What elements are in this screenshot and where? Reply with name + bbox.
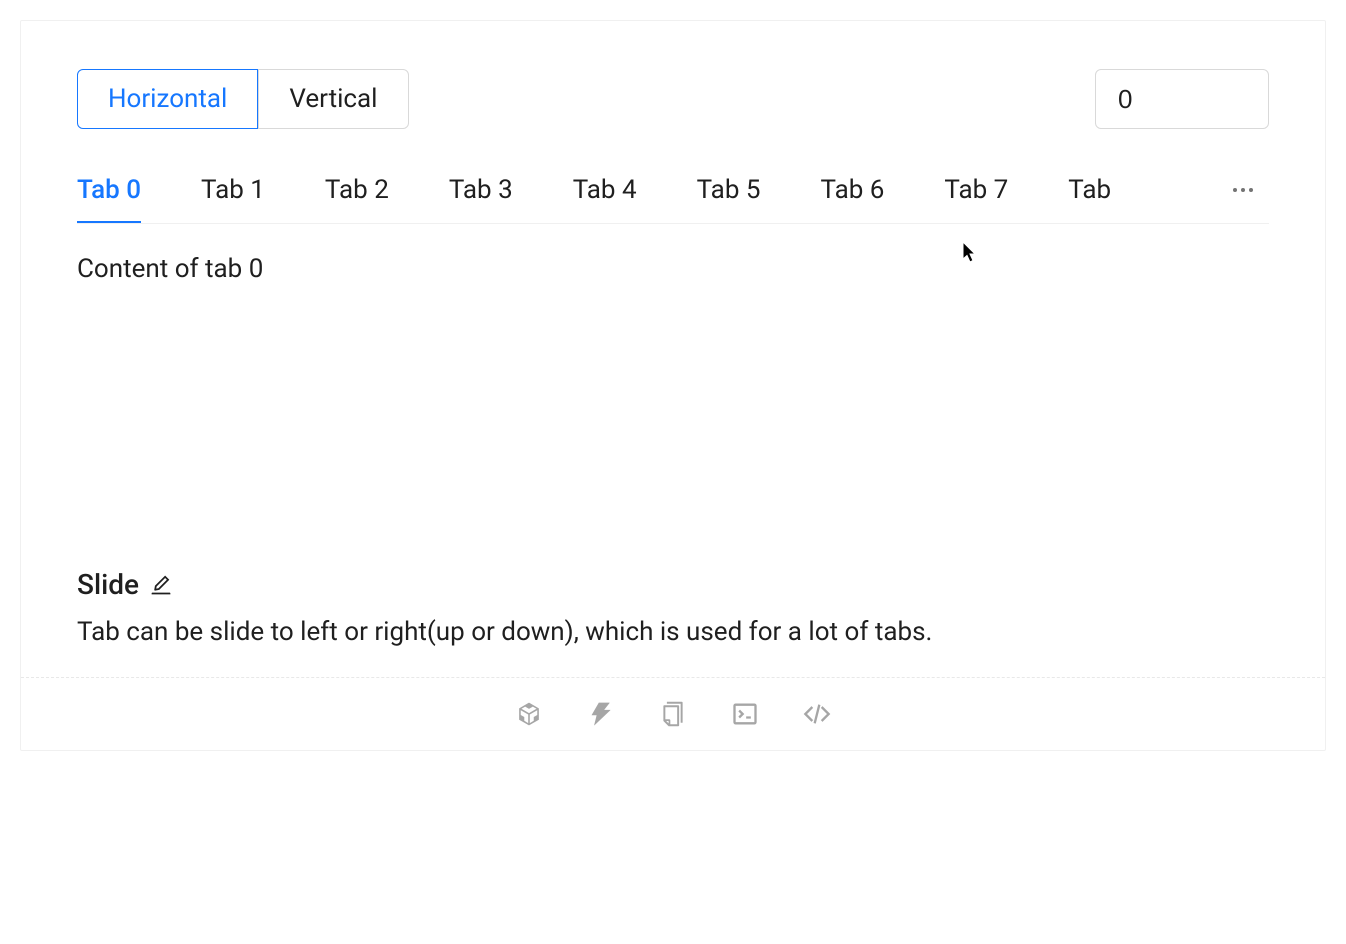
code-actions-footer: [21, 677, 1325, 750]
demo-box: Horizontal Vertical Tab 0 Tab 1 Tab 2 Ta…: [21, 21, 1325, 568]
tab-2[interactable]: Tab 2: [325, 157, 389, 223]
tab-1[interactable]: Tab 1: [201, 157, 265, 223]
tab-5[interactable]: Tab 5: [697, 157, 761, 223]
pencil-icon: [149, 573, 173, 597]
tabs-component: Tab 0 Tab 1 Tab 2 Tab 3 Tab 4 Tab 5 Tab …: [77, 157, 1269, 544]
tab-6[interactable]: Tab 6: [820, 157, 884, 223]
tabs-list: Tab 0 Tab 1 Tab 2 Tab 3 Tab 4 Tab 5 Tab …: [77, 157, 1217, 223]
codesandbox-icon[interactable]: [515, 700, 543, 728]
section-description: Tab can be slide to left or right(up or …: [21, 617, 1325, 677]
section-heading-row: Slide: [21, 568, 1325, 601]
orientation-horizontal-button[interactable]: Horizontal: [77, 69, 258, 129]
top-controls-row: Horizontal Vertical: [77, 69, 1269, 129]
copy-icon[interactable]: [659, 700, 687, 728]
thunderbolt-icon[interactable]: [587, 700, 615, 728]
edit-icon[interactable]: [149, 573, 173, 597]
orientation-radio-group: Horizontal Vertical: [77, 69, 409, 129]
tab-content-panel: Content of tab 0: [77, 224, 1269, 544]
tab-7[interactable]: Tab 7: [944, 157, 1008, 223]
orientation-vertical-button[interactable]: Vertical: [258, 69, 408, 129]
terminal-icon[interactable]: [731, 700, 759, 728]
demo-container: Horizontal Vertical Tab 0 Tab 1 Tab 2 Ta…: [20, 20, 1326, 751]
tabs-nav-scroll-wrap[interactable]: Tab 0 Tab 1 Tab 2 Tab 3 Tab 4 Tab 5 Tab …: [77, 157, 1217, 223]
tab-index-number-input[interactable]: [1095, 69, 1269, 129]
code-icon[interactable]: [803, 700, 831, 728]
ellipsis-icon: [1233, 188, 1253, 192]
section-title: Slide: [77, 568, 139, 601]
tab-3[interactable]: Tab 3: [449, 157, 513, 223]
tabs-nav: Tab 0 Tab 1 Tab 2 Tab 3 Tab 4 Tab 5 Tab …: [77, 157, 1269, 224]
tab-4[interactable]: Tab 4: [573, 157, 637, 223]
tab-0[interactable]: Tab 0: [77, 157, 141, 223]
tab-8-truncated[interactable]: Tab: [1068, 157, 1111, 223]
tabs-more-button[interactable]: [1217, 157, 1269, 223]
